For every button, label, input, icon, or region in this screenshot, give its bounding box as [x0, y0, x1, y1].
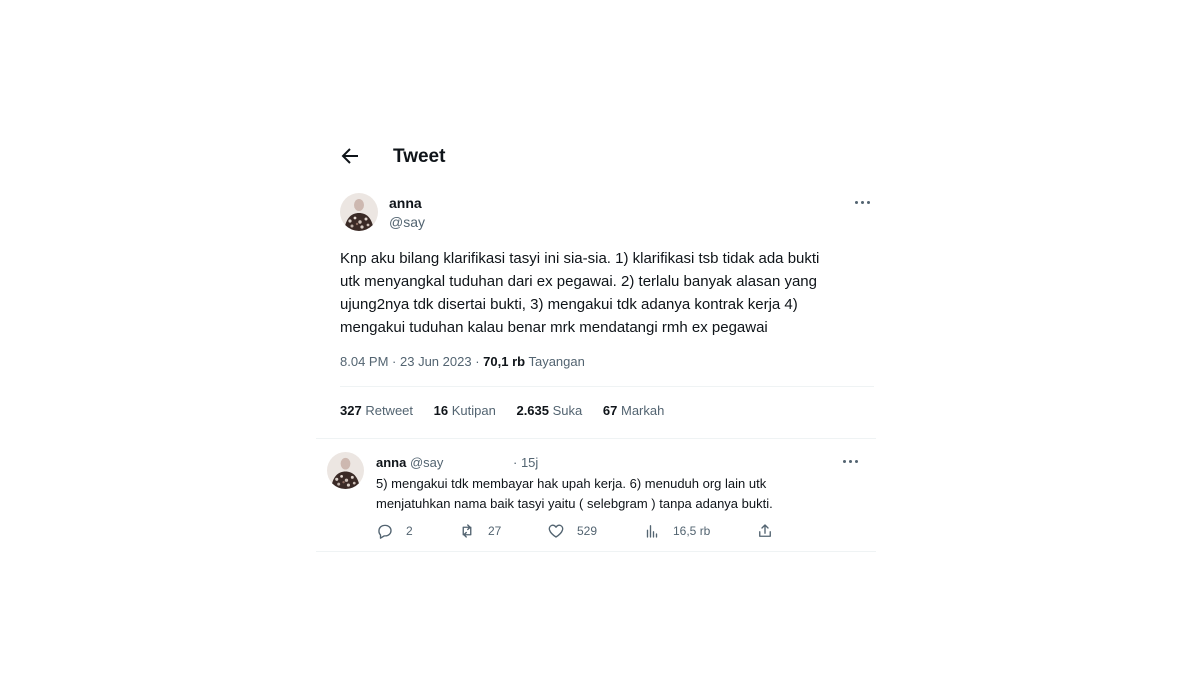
bookmarks-count: 67 — [602, 403, 618, 418]
views-count: 70,1 rb — [483, 354, 526, 369]
reply-icon — [378, 524, 392, 539]
retweet-icon — [462, 524, 472, 538]
author-handle[interactable]: @say — [389, 214, 425, 230]
reply-more-options-icon[interactable] — [840, 455, 862, 469]
reply-author-handle[interactable]: @say — [410, 455, 443, 470]
bar-chart-icon — [646, 525, 658, 538]
views-label: Tayangan — [528, 354, 585, 369]
author-name[interactable]: anna — [389, 195, 422, 211]
quotes-stat[interactable]: 16 Kutipan — [434, 403, 496, 418]
engagement-stats: 327 Retweet 16 Kutipan 2.635 Suka 67 Mar… — [340, 403, 681, 418]
page-title: Tweet — [393, 146, 446, 167]
page-header: Tweet — [316, 132, 876, 182]
tweet-text-line: Knp aku bilang klarifikasi tasyi ini sia… — [340, 250, 820, 267]
likes-stat[interactable]: 2.635 Suka — [516, 403, 582, 418]
reply-text: 5) mengakui tdk membayar hak upah kerja.… — [376, 474, 856, 514]
tweet-column: Tweet anna @say Knp aku bilang klarifika… — [316, 0, 876, 675]
reply-author-name[interactable]: anna — [376, 455, 406, 470]
reply-time[interactable]: · 15j — [513, 455, 538, 470]
divider — [316, 551, 876, 552]
views-button[interactable]: 16,5 rb — [643, 520, 710, 542]
like-count: 529 — [577, 524, 598, 538]
views-count-reply: 16,5 rb — [673, 524, 711, 538]
tweet-meta: 8.04 PM · 23 Jun 2023 · 70,1 rb Tayangan — [340, 354, 585, 369]
tweet-time[interactable]: 8.04 PM — [340, 354, 388, 369]
quotes-label: Kutipan — [451, 403, 496, 418]
retweet-count: 27 — [488, 524, 502, 538]
avatar[interactable] — [340, 193, 378, 231]
retweet-button[interactable]: 27 — [458, 520, 501, 542]
heart-icon — [548, 524, 564, 538]
reply-header: anna @say — [376, 455, 443, 470]
meta-separator: · — [475, 354, 484, 369]
quotes-count: 16 — [433, 403, 449, 418]
bookmarks-stat[interactable]: 67 Markah — [603, 403, 664, 418]
reply-text-line: menjatuhkan nama baik tasyi yaitu ( sele… — [376, 496, 773, 511]
back-arrow-icon[interactable] — [338, 144, 362, 168]
tweet-text-line: utk menyangkal tuduhan dari ex pegawai. … — [340, 273, 817, 290]
tweet-text-line: mengakui tuduhan kalau benar mrk mendata… — [340, 319, 768, 336]
tweet-text: Knp aku bilang klarifikasi tasyi ini sia… — [340, 247, 870, 339]
tweet-text-line: ujung2nya tdk disertai bukti, 3) mengaku… — [340, 296, 798, 313]
reply-button[interactable]: 2 — [376, 520, 413, 542]
reply-time-value: 15j — [520, 455, 539, 470]
meta-separator: · — [392, 354, 400, 369]
retweets-label: Retweet — [365, 403, 414, 418]
share-icon — [759, 524, 771, 537]
share-button[interactable] — [756, 520, 774, 542]
reply-text-line: 5) mengakui tdk membayar hak upah kerja.… — [376, 476, 767, 491]
likes-count: 2.635 — [516, 403, 550, 418]
likes-label: Suka — [552, 403, 583, 418]
retweets-stat[interactable]: 327 Retweet — [340, 403, 413, 418]
reply-actions: 2 27 529 16,5 rb — [376, 520, 796, 542]
reply-count: 2 — [406, 524, 413, 538]
divider — [340, 386, 874, 387]
reply-avatar[interactable] — [327, 452, 364, 489]
retweets-count: 327 — [340, 403, 362, 418]
bookmarks-label: Markah — [621, 403, 665, 418]
tweet-date[interactable]: 23 Jun 2023 — [400, 354, 472, 369]
divider — [316, 438, 876, 439]
more-options-icon[interactable] — [852, 196, 874, 210]
like-button[interactable]: 529 — [547, 520, 597, 542]
